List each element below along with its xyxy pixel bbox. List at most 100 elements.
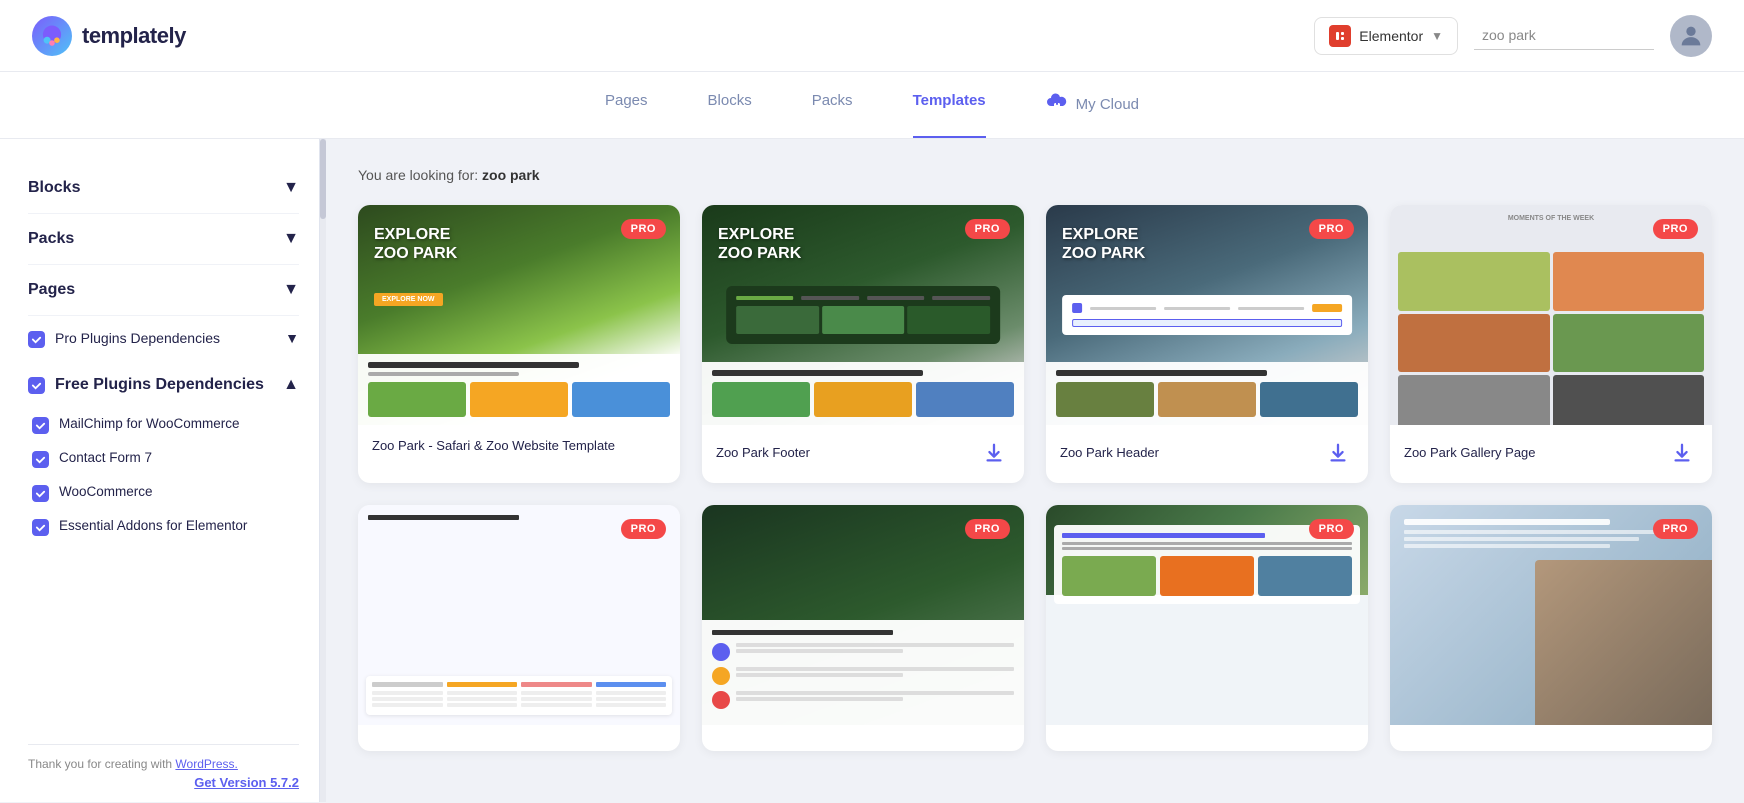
scrollbar-thumb[interactable] [320,139,326,219]
thumb-mini-img-a [712,382,810,417]
free-plugins-label: Free Plugins Dependencies [55,376,264,394]
sidebar-footer: Thank you for creating with WordPress. G… [28,744,299,790]
thumb-hero-text-1: EXPLOREZOO PARK [374,225,457,263]
sidebar-sub-mailchimp[interactable]: MailChimp for WooCommerce [28,408,299,442]
gallery-cell-1 [1398,252,1550,311]
wordpress-link[interactable]: WordPress. [175,757,237,771]
download-button-3[interactable] [1322,437,1354,469]
sidebar-sub-cf7[interactable]: Contact Form 7 [28,442,299,476]
thumb-header-overlay-3 [1062,295,1352,335]
sidebar-pages-label: Pages [28,281,75,299]
sidebar-item-pages[interactable]: Pages ▼ [28,265,299,316]
template-card-3[interactable]: EXPLOREZOO PARK [1046,205,1368,483]
chevron-down-icon: ▼ [283,179,299,197]
chevron-down-icon: ▼ [283,230,299,248]
template-card-1[interactable]: EXPLOREZOO PARK EXPLORE NOW PRO Z [358,205,680,483]
download-button-4[interactable] [1666,437,1698,469]
thumb-mini-img-1 [368,382,466,417]
event-img-1 [1062,556,1156,596]
essential-addons-label: Essential Addons for Elementor [59,518,247,533]
footer-text: Thank you for creating with [28,757,172,771]
free-plugins-filter[interactable]: Free Plugins Dependencies ▲ [28,362,299,408]
content-area: You are looking for: zoo park EXPLOREZOO… [326,139,1744,802]
thumb-image-row [368,382,670,417]
get-version-link[interactable]: Get Version 5.7.2 [28,775,299,790]
chevron-down-icon: ▼ [283,281,299,299]
cell-2 [447,691,518,695]
col-orange [521,682,592,687]
pro-badge-4: PRO [1653,219,1698,239]
template-thumb-3: EXPLOREZOO PARK [1046,205,1368,425]
template-info-4: Zoo Park Gallery Page [1390,425,1712,483]
col-silver [372,682,443,687]
avatar[interactable] [1670,15,1712,57]
events-title [1062,533,1265,538]
sidebar-item-blocks[interactable]: Blocks ▼ [28,163,299,214]
template-thumb-7: PRO [1046,505,1368,725]
tab-my-cloud[interactable]: My Cloud [1046,72,1139,138]
thumb-title-bar-3 [1056,370,1267,376]
tab-blocks[interactable]: Blocks [708,72,752,138]
pro-plugins-checkbox[interactable] [28,331,45,348]
gallery-cell-3 [1398,314,1550,373]
thumb-nav-item-4 [932,296,989,300]
thumb-image-row-2 [712,382,1014,417]
pro-badge-7: PRO [1309,519,1354,539]
thumb-header-nav-3 [1072,303,1342,313]
family-line-1 [1404,530,1669,534]
gallery-cell-6 [1553,375,1705,425]
mailchimp-checkbox[interactable] [32,417,49,434]
thumb-membership-table [366,676,672,715]
thumb-content-2 [702,362,1024,425]
sidebar-filters: Blocks ▼ Packs ▼ Pages ▼ Pro Plugins Dep… [28,163,299,744]
template-card-5[interactable]: PRO [358,505,680,751]
sidebar-sub-essential-addons[interactable]: Essential Addons for Elementor [28,510,299,544]
sidebar-sub-woocommerce[interactable]: WooCommerce [28,476,299,510]
sidebar-item-packs[interactable]: Packs ▼ [28,214,299,265]
ticket-line-3b [736,697,903,701]
template-card-4[interactable]: MOMENTS OF THE WEEK PRO Zoo Park Gallery… [1390,205,1712,483]
template-thumb-8: PRO [1390,505,1712,725]
template-info-6 [702,725,1024,751]
template-card-8[interactable]: PRO [1390,505,1712,751]
gallery-cell-4 [1553,314,1705,373]
cell-10 [447,703,518,707]
thumb-tickets-content [702,620,1024,725]
main-layout: Blocks ▼ Packs ▼ Pages ▼ Pro Plugins Dep… [0,139,1744,802]
template-card-7[interactable]: PRO [1046,505,1368,751]
builder-selector[interactable]: Elementor ▼ [1314,17,1458,55]
search-result-label: You are looking for: zoo park [358,167,1712,183]
tab-pages[interactable]: Pages [605,72,648,138]
template-card-6[interactable]: PRO [702,505,1024,751]
thumb-mini-img-c [916,382,1014,417]
pro-badge-1: PRO [621,219,666,239]
template-thumb-4: MOMENTS OF THE WEEK PRO [1390,205,1712,425]
woocommerce-checkbox[interactable] [32,485,49,502]
download-button-2[interactable] [978,437,1010,469]
gallery-cell-2 [1553,252,1705,311]
thumb-nav-item-2 [802,296,859,300]
gallery-cell-5 [1398,375,1550,425]
cell-5 [372,697,443,701]
thumb-table-header [372,682,666,687]
free-plugins-checkbox[interactable] [28,377,45,394]
cell-9 [372,703,443,707]
thumb-content-3 [1046,362,1368,425]
template-card-2[interactable]: EXPLOREZOO PARK [702,205,1024,483]
event-line-1 [1062,542,1352,545]
tab-packs[interactable]: Packs [812,72,853,138]
cf7-checkbox[interactable] [32,451,49,468]
essential-addons-checkbox[interactable] [32,519,49,536]
chevron-up-icon: ▲ [283,376,299,394]
thumb-header-link-3 [1238,307,1304,310]
pro-plugins-filter[interactable]: Pro Plugins Dependencies ▼ [28,316,299,362]
tab-templates[interactable]: Templates [913,72,986,138]
mailchimp-label: MailChimp for WooCommerce [59,416,240,431]
template-info-5 [358,725,680,751]
logo-icon [32,16,72,56]
cell-12 [596,703,667,707]
cell-11 [521,703,592,707]
thumb-cta-btn-1: EXPLORE NOW [374,293,443,306]
thumb-table-row-3 [372,703,666,707]
tickets-title [712,630,893,635]
